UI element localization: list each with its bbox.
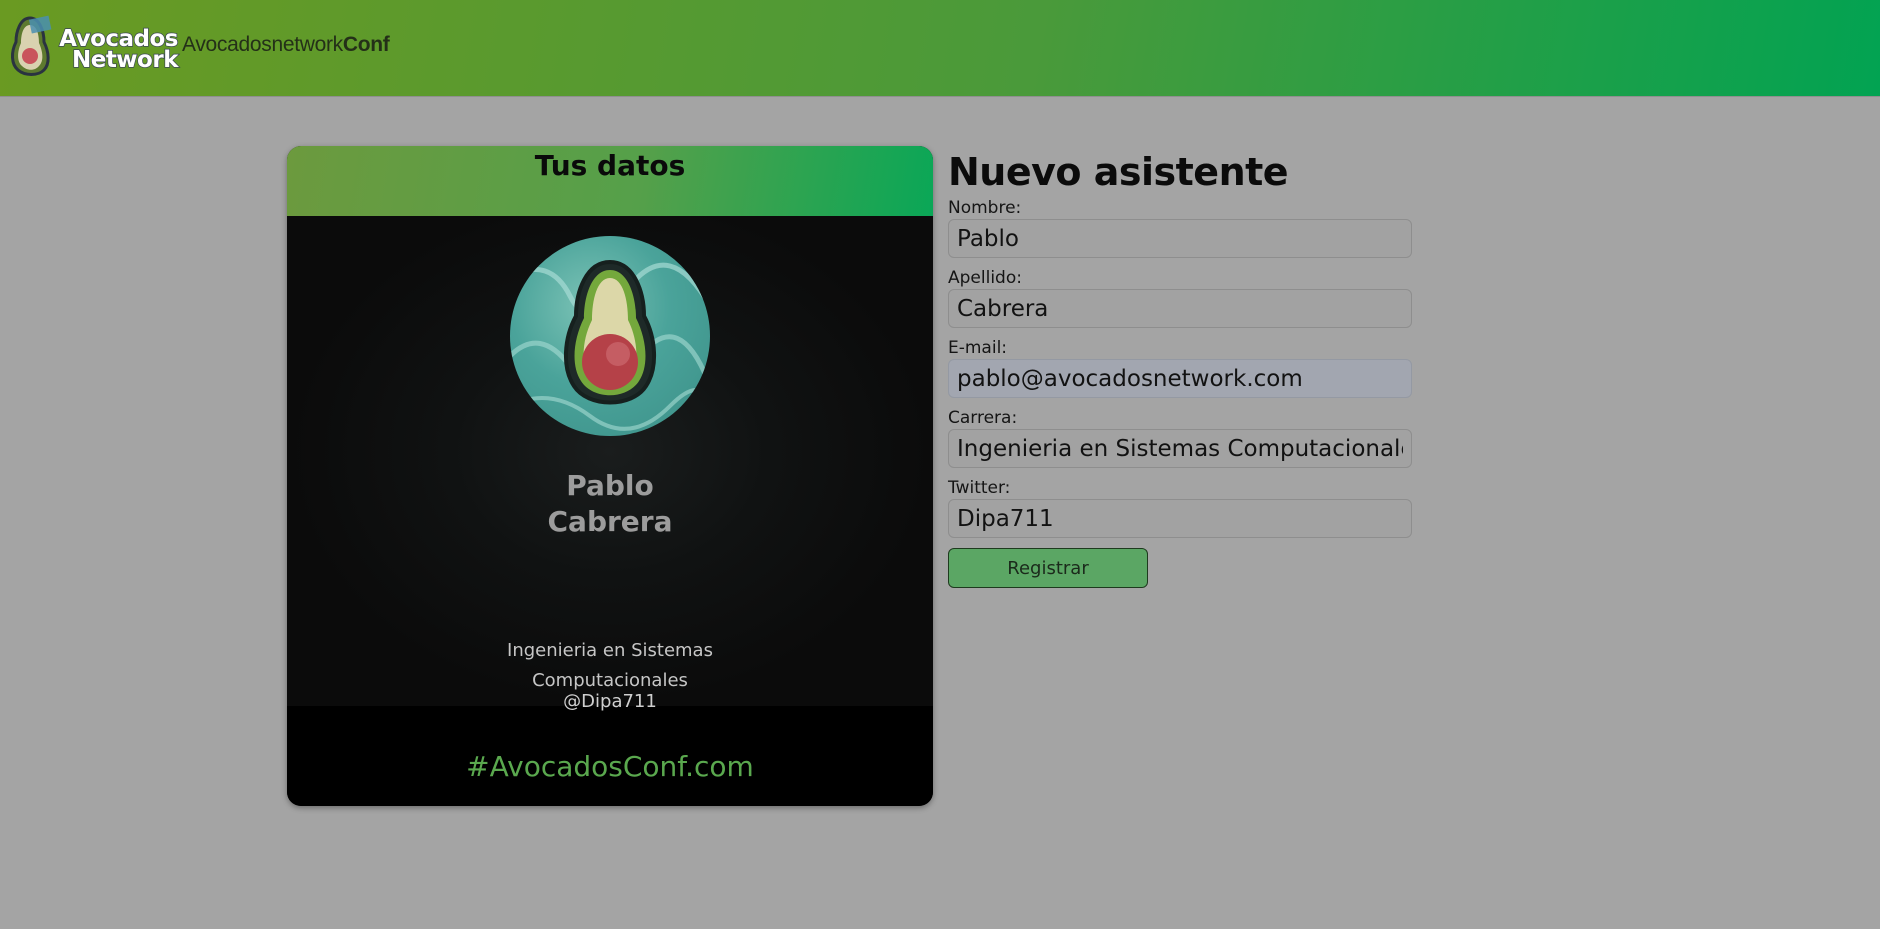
career-label: Carrera: [948, 408, 1018, 428]
badge-twitter-handle: @Dipa711 [563, 691, 657, 712]
last-name-label: Apellido: [948, 268, 1022, 288]
last-name-input[interactable] [948, 289, 1412, 328]
avocado-avatar-icon [510, 259, 710, 431]
brand-link[interactable]: Avocados Network AvocadosnetworkConf [8, 14, 390, 78]
badge-first-name: Pablo [566, 469, 654, 502]
badge-title: Tus datos [534, 149, 686, 182]
last-name-group: Apellido: [948, 268, 1414, 328]
first-name-label: Nombre: [948, 198, 1022, 218]
register-button[interactable]: Registrar [948, 548, 1148, 588]
first-name-group: Nombre: [948, 198, 1414, 258]
badge-hashtag: #AvocadosConf.com [466, 750, 754, 783]
avocados-network-logo: Avocados Network [8, 14, 179, 78]
badge-last-name: Cabrera [547, 505, 673, 538]
career-group: Carrera: [948, 408, 1414, 468]
badge-career: Ingenieria en Sistemas Computacionales [507, 640, 713, 691]
twitter-label: Twitter: [948, 478, 1011, 498]
badge-body: Pablo Cabrera Ingenieria en Sistemas Com… [287, 216, 933, 712]
twitter-input[interactable] [948, 499, 1412, 538]
email-group: E-mail: [948, 338, 1414, 398]
brand-title-bold: Conf [342, 33, 390, 56]
career-input[interactable] [948, 429, 1412, 468]
attendee-badge: Tus datos Pablo Cabrera Ingenieria en Si… [287, 146, 933, 806]
badge-header: Tus datos [287, 146, 933, 216]
first-name-input[interactable] [948, 219, 1412, 258]
form-title: Nuevo asistente [948, 150, 1289, 194]
badge-footer: #AvocadosConf.com [287, 706, 933, 806]
top-navbar: Avocados Network AvocadosnetworkConf [0, 0, 1880, 97]
email-label: E-mail: [948, 338, 1008, 358]
badge-name: Pablo Cabrera [287, 468, 933, 540]
email-input[interactable] [948, 359, 1412, 398]
logo-text-network: Network [71, 47, 179, 73]
new-attendee-form: Nuevo asistente Nombre: Apellido: E-mail… [948, 150, 1414, 588]
avatar [510, 236, 710, 436]
brand-title: AvocadosnetworkConf [182, 33, 390, 57]
twitter-group: Twitter: [948, 478, 1414, 538]
avocado-logo-icon [11, 15, 52, 76]
brand-title-light: Avocadosnetwork [182, 33, 343, 56]
